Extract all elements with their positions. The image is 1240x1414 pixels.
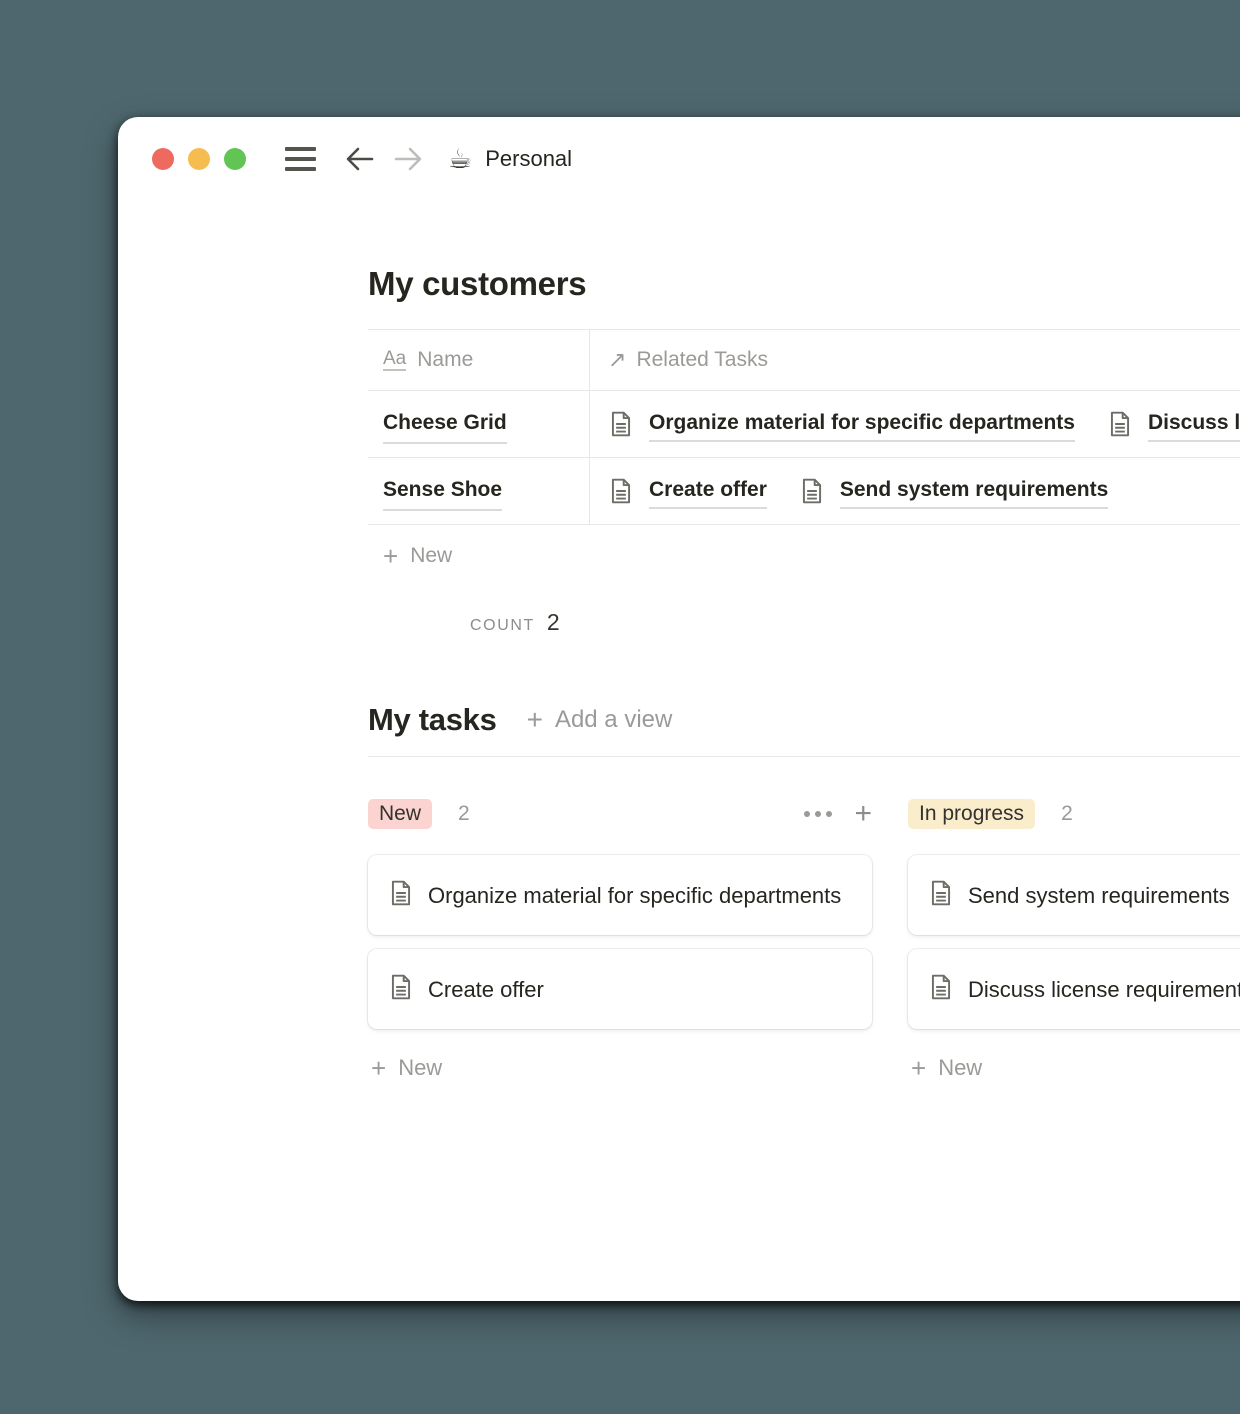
new-card-label: New (938, 1055, 982, 1081)
kanban-column: In progress 2 + Send system requirements… (908, 795, 1240, 1081)
kanban-board: New 2 + Organize material for specific d… (368, 795, 1240, 1081)
plus-icon: + (527, 706, 543, 734)
kanban-column: New 2 + Organize material for specific d… (368, 795, 872, 1081)
document-icon (388, 973, 414, 1001)
kanban-cards: Organize material for specific departmen… (368, 855, 872, 1029)
page-emoji-icon: ☕ (448, 146, 472, 173)
task-card-label: Create offer (428, 977, 544, 1002)
forward-arrow-icon[interactable] (392, 145, 424, 173)
related-task-label: Discuss license requirements (1148, 406, 1240, 442)
status-badge[interactable]: New (368, 799, 432, 829)
app-window: ☕ Personal My customers Aa Name ↗ Relate… (118, 117, 1240, 1301)
column-new-card-button[interactable]: + New (368, 1055, 872, 1081)
plus-icon: + (371, 1055, 386, 1081)
plus-icon: + (383, 543, 398, 569)
related-task-label: Send system requirements (840, 473, 1108, 509)
table-cell-related-tasks: Organize material for specific departmen… (590, 391, 1240, 457)
table-row: Cheese Grid Organize material for specif… (368, 391, 1240, 458)
kanban-cards: Send system requirements Discuss license… (908, 855, 1240, 1029)
status-badge[interactable]: In progress (908, 799, 1035, 829)
related-task-link[interactable]: Create offer (608, 471, 767, 511)
related-task-label: Organize material for specific departmen… (649, 406, 1075, 442)
text-property-icon: Aa (383, 349, 406, 371)
page-breadcrumb-label: Personal (485, 146, 572, 172)
kanban-column-header: In progress 2 + (908, 795, 1240, 833)
task-card-label: Send system requirements (968, 883, 1230, 908)
back-arrow-icon[interactable] (344, 145, 376, 173)
column-add-card-icon[interactable]: + (854, 799, 872, 829)
column-more-icon[interactable] (800, 807, 836, 821)
add-view-button[interactable]: + Add a view (527, 706, 673, 734)
tasks-section-header: My tasks + Add a view (368, 702, 1240, 738)
document-icon (1107, 410, 1133, 438)
section-divider (368, 756, 1240, 757)
column-header-name[interactable]: Aa Name (368, 330, 590, 390)
task-card-label: Organize material for specific departmen… (428, 883, 841, 908)
column-new-card-button[interactable]: + New (908, 1055, 1240, 1081)
task-card[interactable]: Organize material for specific departmen… (368, 855, 872, 935)
column-header-label: Name (417, 348, 473, 372)
document-icon (928, 973, 954, 1001)
related-task-link[interactable]: Send system requirements (799, 471, 1108, 511)
related-task-link[interactable]: Organize material for specific departmen… (608, 404, 1075, 444)
column-header-label: Related Tasks (636, 348, 768, 372)
zoom-window-button[interactable] (224, 148, 246, 170)
customer-name-link[interactable]: Cheese Grid (383, 404, 507, 444)
count-value: 2 (547, 609, 560, 636)
sidebar-toggle-icon[interactable] (285, 147, 316, 171)
customers-table: Aa Name ↗ Related Tasks Cheese Grid Orga… (368, 329, 1240, 587)
tasks-section-title: My tasks (368, 702, 497, 738)
window-titlebar: ☕ Personal (118, 117, 1240, 201)
breadcrumb[interactable]: ☕ Personal (448, 146, 572, 173)
document-icon (388, 879, 414, 907)
task-card-label: Discuss license requirements (968, 977, 1240, 1002)
table-cell-related-tasks: Create offer Send system requirements (590, 458, 1240, 524)
kanban-column-header: New 2 + (368, 795, 872, 833)
column-header-related-tasks[interactable]: ↗ Related Tasks (590, 330, 1240, 390)
table-cell-name: Cheese Grid (368, 391, 590, 457)
table-header-row: Aa Name ↗ Related Tasks (368, 330, 1240, 391)
minimize-window-button[interactable] (188, 148, 210, 170)
close-window-button[interactable] (152, 148, 174, 170)
table-count-aggregate[interactable]: COUNT 2 (470, 609, 1240, 636)
count-label: COUNT (470, 617, 535, 635)
table-new-row-button[interactable]: + New (368, 525, 1240, 587)
new-row-label: New (410, 544, 452, 568)
document-icon (799, 477, 825, 505)
column-card-count: 2 (458, 802, 470, 826)
document-icon (928, 879, 954, 907)
customers-section-title: My customers (368, 265, 1240, 303)
task-card[interactable]: Discuss license requirements (908, 949, 1240, 1029)
new-card-label: New (398, 1055, 442, 1081)
document-icon (608, 477, 634, 505)
related-task-label: Create offer (649, 473, 767, 509)
add-view-label: Add a view (555, 706, 672, 734)
related-task-link[interactable]: Discuss license requirements (1107, 404, 1240, 444)
document-icon (608, 410, 634, 438)
task-card[interactable]: Create offer (368, 949, 872, 1029)
relation-arrow-icon: ↗ (608, 347, 626, 373)
table-cell-name: Sense Shoe (368, 458, 590, 524)
customer-name-link[interactable]: Sense Shoe (383, 471, 502, 511)
table-row: Sense Shoe Create offer Send system requ… (368, 458, 1240, 525)
task-card[interactable]: Send system requirements (908, 855, 1240, 935)
column-card-count: 2 (1061, 802, 1073, 826)
plus-icon: + (911, 1055, 926, 1081)
